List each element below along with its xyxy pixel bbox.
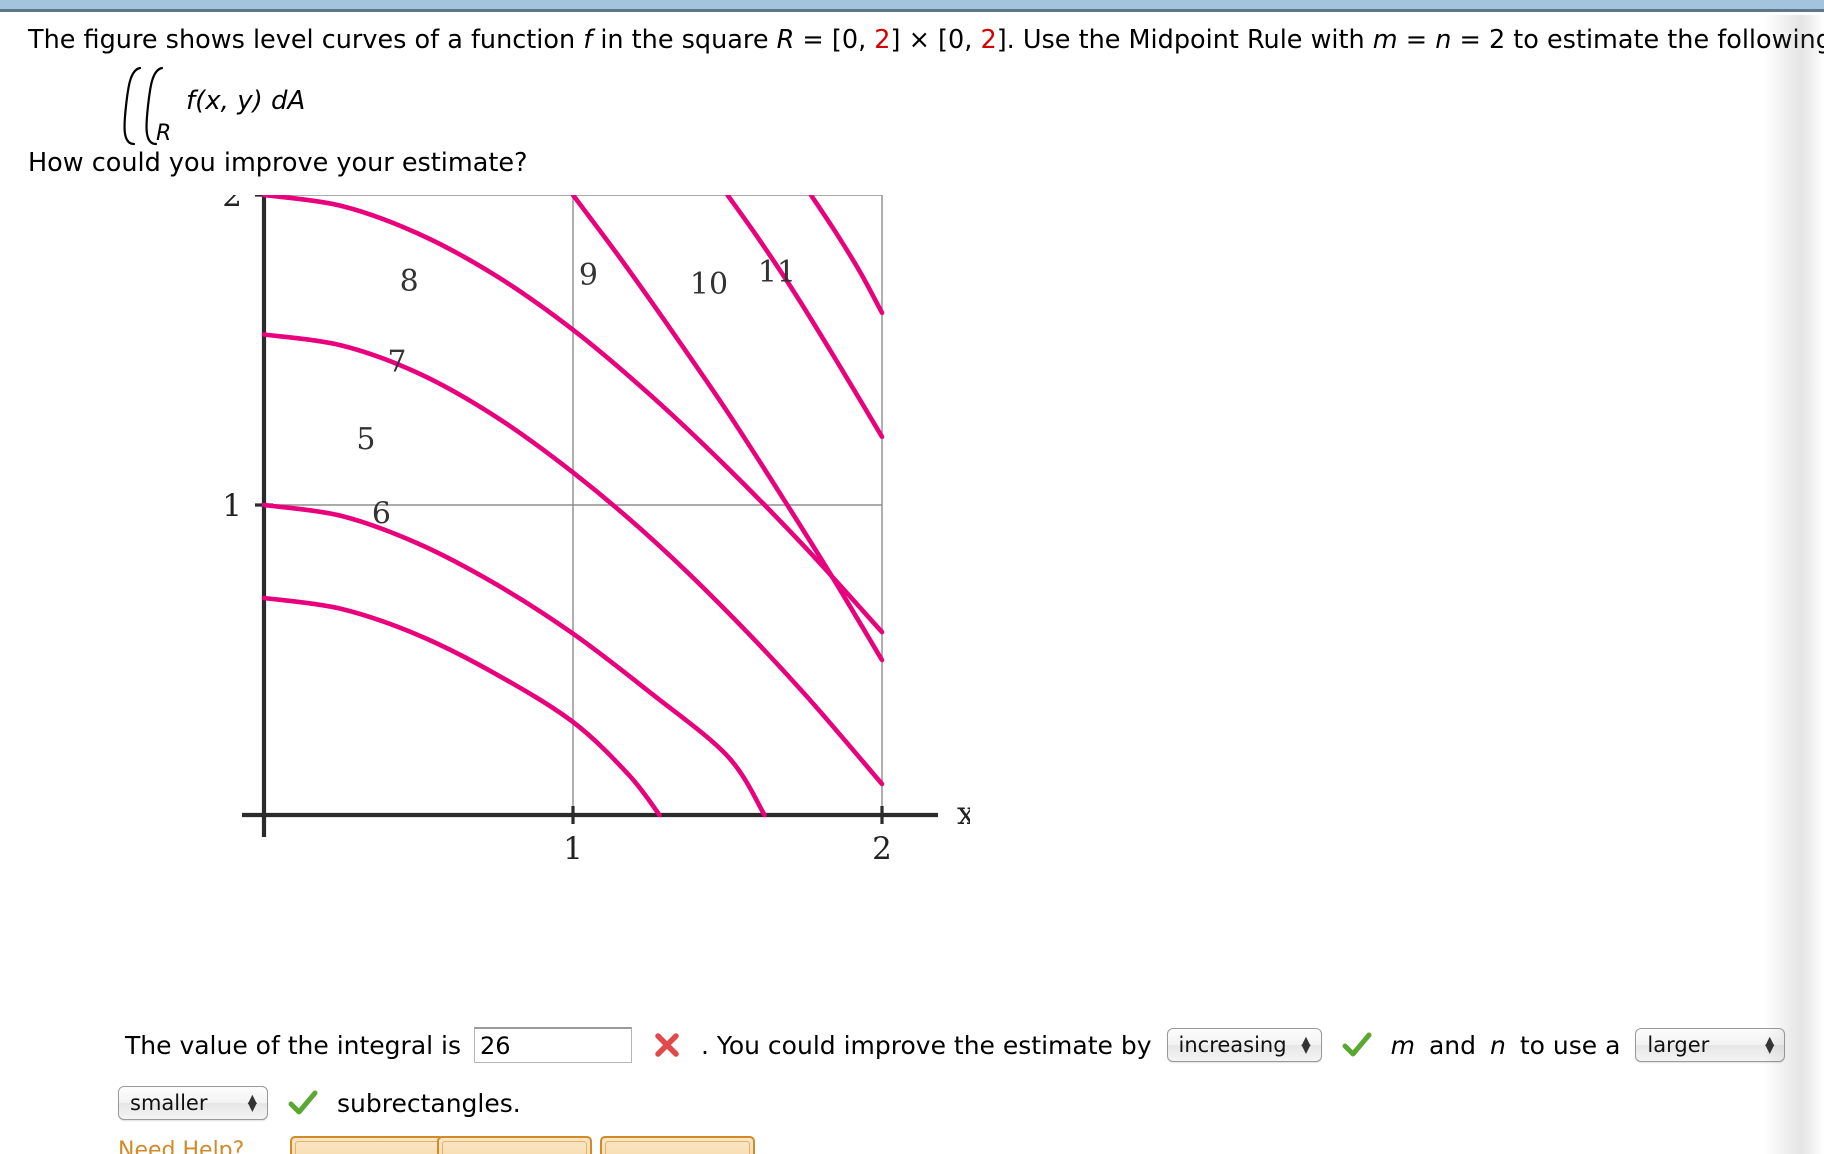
statement-eq2: ] × [0,: [890, 25, 981, 55]
integral-value-input[interactable]: [474, 1027, 632, 1063]
y-tick-label-2: 2: [222, 195, 242, 214]
statement-part2: in the square: [592, 25, 777, 55]
correct-icon-2: [286, 1089, 320, 1117]
x-tick-label-2: 2: [872, 831, 892, 867]
need-help-label: Need Help?: [118, 1138, 245, 1154]
chevron-updown-icon: ▲ ▼: [1301, 1033, 1311, 1056]
statement-part1: The figure shows level curves of a funct…: [28, 25, 584, 55]
problem-statement: The figure shows level curves of a funct…: [28, 25, 1824, 57]
n-variable: n: [1489, 1030, 1506, 1060]
statement-f-var: f: [583, 25, 593, 55]
x-axis-label: x: [957, 794, 970, 832]
answer-line-1: The value of the integral is . You could…: [118, 1022, 1818, 1068]
size-select-box[interactable]: larger: [1635, 1028, 1786, 1062]
read-it-button[interactable]: [290, 1136, 445, 1154]
subrectangles-text: subrectangles.: [337, 1088, 521, 1118]
level-curve-10: [725, 195, 885, 440]
level-curve-label-7: 7: [387, 345, 406, 380]
answer-area: The value of the integral is . You could…: [118, 1022, 1818, 1126]
statement-m-var: m: [1372, 25, 1398, 55]
chevron-updown-icon-3: ▲ ▼: [247, 1091, 257, 1114]
smaller-select-box[interactable]: smaller: [118, 1086, 268, 1120]
increasing-select-value: increasing: [1178, 1033, 1287, 1057]
statement-n-var: n: [1435, 25, 1452, 55]
integral-value-label: The value of the integral is: [125, 1030, 461, 1060]
integrand-expression: f(x, y) dA: [186, 86, 306, 116]
followup-question: How could you improve your estimate?: [28, 148, 528, 178]
chevron-updown-icon-2: ▲ ▼: [1765, 1033, 1775, 1056]
level-curve-label-11: 11: [758, 255, 796, 290]
statement-R-var: R: [776, 25, 795, 55]
y-tick-label-1: 1: [222, 488, 242, 524]
watch-it-button[interactable]: [437, 1136, 592, 1154]
level-curve-label-8: 8: [400, 264, 419, 299]
increasing-select[interactable]: increasing ▲ ▼: [1166, 1028, 1322, 1062]
incorrect-icon: [650, 1031, 684, 1059]
level-curve-5: [261, 595, 662, 818]
x-tick-label-1: 1: [563, 831, 583, 867]
improve-estimate-text: . You could improve the estimate by: [701, 1030, 1152, 1060]
double-integral-expression: R f(x, y) dA: [112, 62, 305, 148]
smaller-select-value: smaller: [130, 1091, 208, 1115]
statement-eq3: ]. Use the Midpoint Rule with: [996, 25, 1373, 55]
double-integral-sign: R: [112, 62, 178, 148]
level-curve-9: [570, 195, 885, 663]
statement-eq5: = 2 to estimate the following.: [1451, 25, 1824, 55]
increasing-select-box[interactable]: increasing: [1166, 1028, 1322, 1062]
level-curve-figure: 5678910111212yx: [150, 195, 970, 875]
level-curve-label-9: 9: [579, 258, 598, 293]
window-title-bar: [0, 0, 1824, 12]
need-help-strip: Need Help?: [0, 1136, 1824, 1154]
size-select-value: larger: [1647, 1033, 1710, 1057]
statement-two-a: 2: [874, 25, 891, 55]
level-curve-label-6: 6: [372, 497, 391, 532]
m-variable: m: [1390, 1030, 1415, 1060]
answer-line-2: smaller ▲ ▼ subrectangles.: [118, 1080, 1818, 1126]
talk-to-tutor-button[interactable]: [600, 1136, 755, 1154]
to-use-a-text: to use a: [1519, 1030, 1621, 1060]
size-select[interactable]: larger ▲ ▼: [1635, 1028, 1786, 1062]
smaller-select[interactable]: smaller ▲ ▼: [118, 1086, 268, 1120]
statement-eq1: = [0,: [794, 25, 875, 55]
level-curve-11: [808, 195, 885, 316]
correct-icon-1: [1340, 1031, 1374, 1059]
integral-region-subscript: R: [156, 121, 172, 146]
level-curve-6: [261, 502, 767, 818]
level-curve-label-5: 5: [356, 422, 375, 457]
and-text: and: [1428, 1030, 1476, 1060]
statement-two-b: 2: [980, 25, 997, 55]
statement-eq4: =: [1397, 25, 1436, 55]
level-curve-label-10: 10: [690, 267, 728, 302]
